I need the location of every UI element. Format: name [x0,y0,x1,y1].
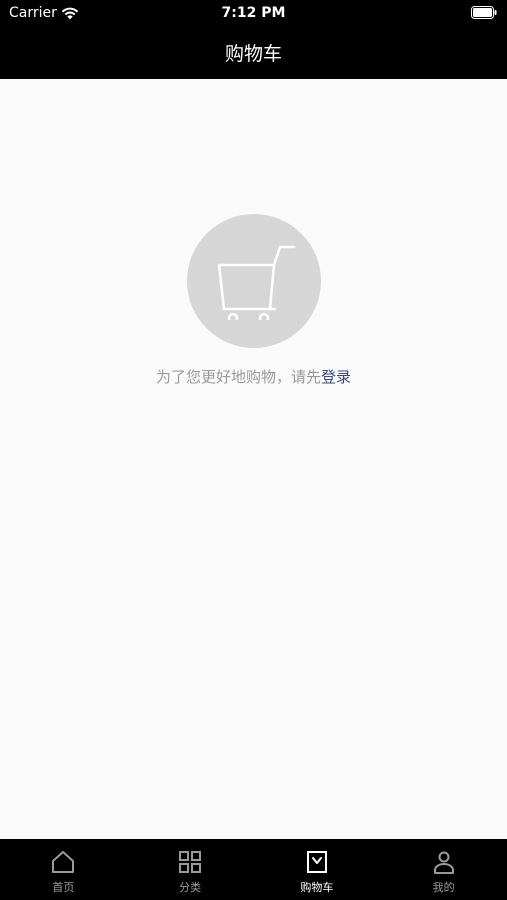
tab-home-label: 首页 [52,881,75,894]
tab-category-label: 分类 [179,881,202,894]
shopping-cart-icon [217,245,296,320]
tab-cart[interactable]: 购物车 [254,839,381,900]
user-icon [433,851,454,874]
cart-bag-icon [306,851,327,873]
tab-profile[interactable]: 我的 [380,839,507,900]
battery-icon [471,6,497,19]
tab-home[interactable]: 首页 [0,839,127,900]
tab-bar: 首页 分类 购物车 我的 [0,839,507,900]
login-link[interactable]: 登录 [321,368,351,386]
grid-icon [179,851,202,873]
empty-cart-illustration [187,214,321,348]
status-time: 7:12 PM [221,5,286,21]
page-title: 购物车 [224,43,282,65]
tab-cart-label: 购物车 [300,881,334,894]
cart-content: 为了您更好地购物，请先登录 [0,79,507,839]
status-bar: Carrier 7:12 PM [0,0,507,28]
home-icon [52,851,75,873]
login-prompt-text: 为了您更好地购物，请先 [155,368,321,386]
top-bar: Carrier 7:12 PM 购物车 [0,0,507,79]
tab-category[interactable]: 分类 [127,839,254,900]
tab-profile-label: 我的 [432,881,455,894]
empty-cart-message: 为了您更好地购物，请先登录 [0,366,507,387]
